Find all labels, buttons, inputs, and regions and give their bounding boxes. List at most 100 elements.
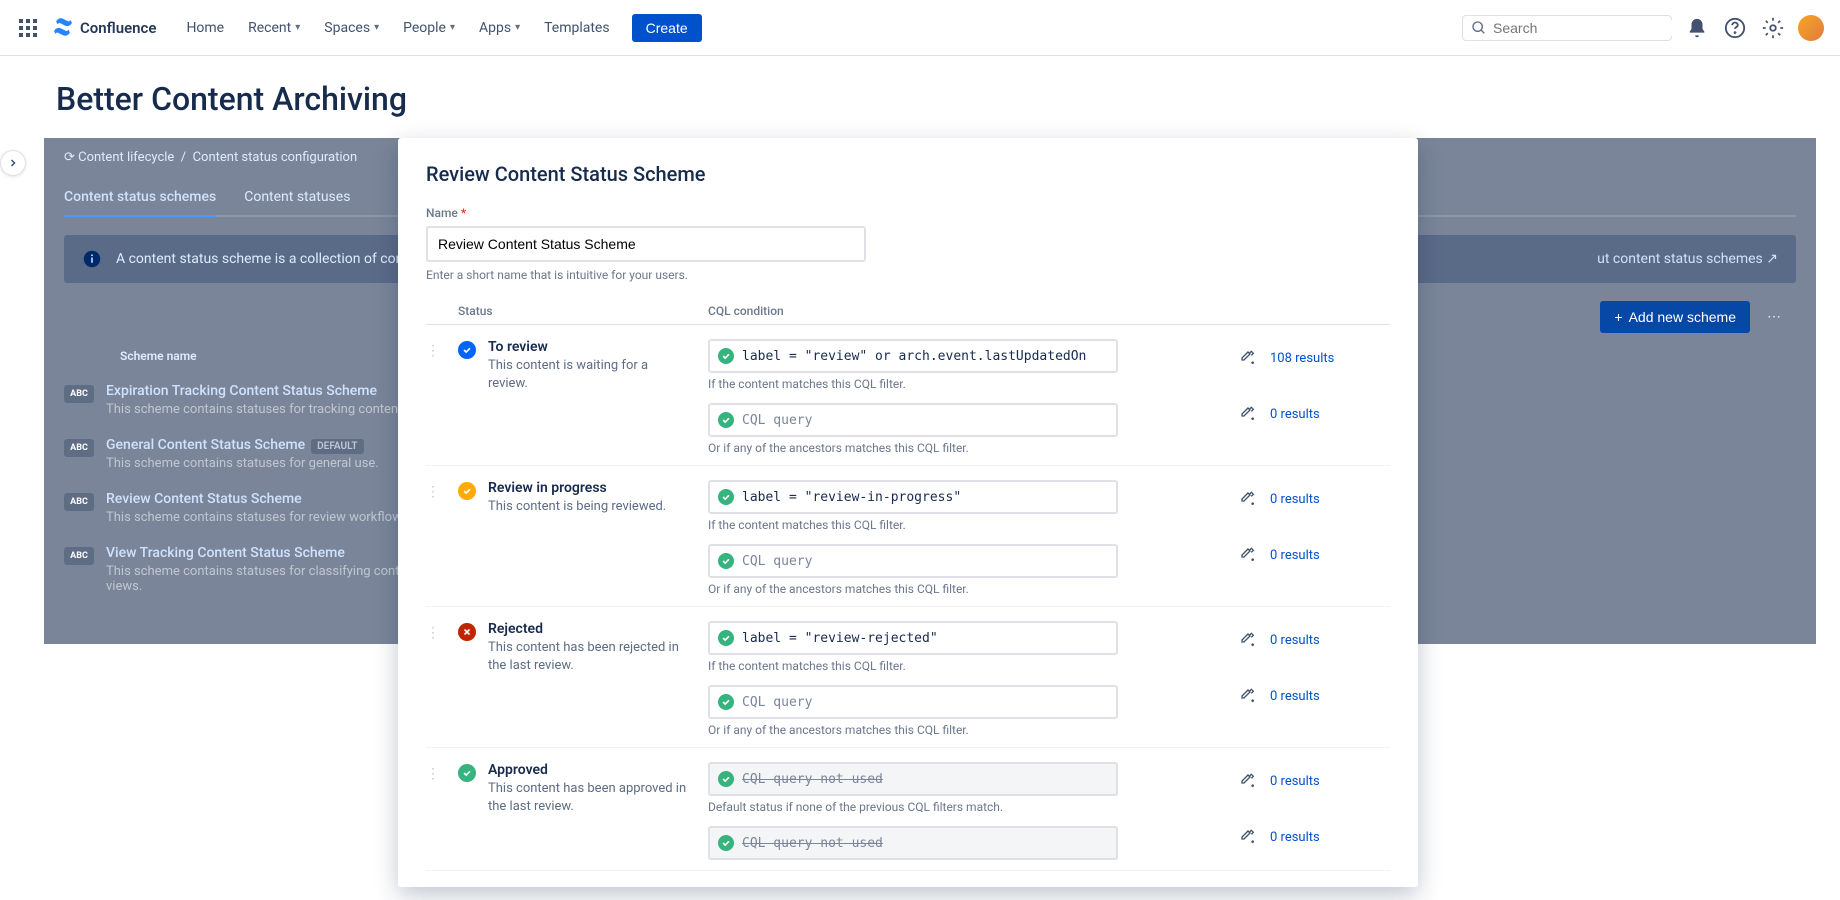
content-cql-input[interactable]: CQL query not used — [708, 762, 1118, 796]
check-icon — [718, 630, 734, 646]
status-name: Approved — [488, 762, 688, 778]
cql-help-ancestor: Or if any of the ancestors matches this … — [708, 582, 1226, 596]
cql-help: If the content matches this CQL filter. — [708, 518, 1226, 532]
confluence-logo[interactable]: Confluence — [52, 16, 156, 40]
nav-templates[interactable]: Templates — [534, 14, 620, 42]
nav-recent[interactable]: Recent▾ — [238, 14, 310, 42]
chevron-down-icon: ▾ — [450, 22, 455, 33]
status-dot-icon — [458, 623, 476, 641]
drag-handle-icon[interactable]: ⋮ — [426, 621, 458, 641]
content-cql-input[interactable]: label = "review-rejected" — [708, 621, 1118, 655]
edit-cql-icon[interactable] — [1238, 489, 1258, 509]
check-icon — [718, 412, 734, 428]
app-switcher-icon[interactable] — [16, 16, 40, 40]
status-dot-icon — [458, 482, 476, 500]
results-link[interactable]: 0 results — [1270, 633, 1320, 648]
scheme-abc-badge: ABC — [64, 385, 94, 403]
chevron-down-icon: ▾ — [515, 22, 520, 33]
avatar[interactable] — [1798, 15, 1824, 41]
search-box[interactable] — [1462, 15, 1672, 41]
status-desc: This content has been approved in the la… — [488, 780, 688, 816]
edit-cql-icon[interactable] — [1238, 545, 1258, 565]
results-link[interactable]: 108 results — [1270, 351, 1334, 366]
check-icon — [718, 348, 734, 364]
results-link[interactable]: 0 results — [1270, 689, 1320, 704]
notifications-icon[interactable] — [1684, 15, 1710, 41]
status-header: Status — [458, 298, 708, 325]
sidebar-expand-button[interactable] — [0, 150, 26, 176]
chevron-down-icon: ▾ — [374, 22, 379, 33]
help-icon[interactable] — [1722, 15, 1748, 41]
more-actions-icon[interactable]: ⋯ — [1758, 301, 1790, 333]
status-row: ⋮ Rejected This content has been rejected … — [426, 607, 1390, 748]
status-name: Review in progress — [488, 480, 666, 496]
cql-header: CQL condition — [708, 298, 1390, 325]
plus-icon: + — [1614, 309, 1622, 325]
create-button[interactable]: Create — [632, 14, 702, 42]
results-link[interactable]: 0 results — [1270, 548, 1320, 563]
edit-cql-icon[interactable] — [1238, 827, 1258, 847]
info-icon — [82, 249, 102, 269]
check-icon — [718, 489, 734, 505]
nav-apps[interactable]: Apps▾ — [469, 14, 530, 42]
check-icon — [718, 771, 734, 787]
ancestor-cql-input[interactable]: CQL query — [708, 544, 1118, 578]
topnav: Confluence Home Recent▾ Spaces▾ People▾ … — [0, 0, 1840, 56]
ancestor-cql-input[interactable]: CQL query not used — [708, 826, 1118, 860]
status-dot-icon — [458, 764, 476, 782]
backdrop: ⟳ Content lifecycle / Content status con… — [44, 138, 1816, 644]
content-cql-input[interactable]: label = "review-in-progress" — [708, 480, 1118, 514]
confluence-icon — [52, 16, 76, 40]
settings-icon[interactable] — [1760, 15, 1786, 41]
name-label: Name * — [426, 206, 1390, 220]
nav-people[interactable]: People▾ — [393, 14, 465, 42]
search-input[interactable] — [1487, 20, 1674, 36]
nav-spaces[interactable]: Spaces▾ — [314, 14, 389, 42]
nav-home[interactable]: Home — [176, 14, 234, 42]
status-desc: This content is waiting for a review. — [488, 357, 688, 393]
cql-help: If the content matches this CQL filter. — [708, 377, 1226, 391]
check-icon — [718, 553, 734, 569]
ancestor-cql-input[interactable]: CQL query — [708, 403, 1118, 437]
results-link[interactable]: 0 results — [1270, 774, 1320, 789]
results-link[interactable]: 0 results — [1270, 830, 1320, 845]
breadcrumb-content-status-config[interactable]: Content status configuration — [193, 150, 358, 165]
ancestor-cql-input[interactable]: CQL query — [708, 685, 1118, 719]
cql-help: If the content matches this CQL filter. — [708, 659, 1226, 673]
content-cql-input[interactable]: label = "review" or arch.event.lastUpdat… — [708, 339, 1118, 373]
check-icon — [718, 694, 734, 710]
status-row: ⋮ To review This content is waiting for a … — [426, 325, 1390, 466]
status-row: ⋮ Approved This content has been approved … — [426, 748, 1390, 871]
chevron-down-icon: ▾ — [295, 22, 300, 33]
tab-statuses[interactable]: Content statuses — [244, 179, 350, 217]
add-new-scheme-button[interactable]: + Add new scheme — [1600, 301, 1750, 333]
results-link[interactable]: 0 results — [1270, 407, 1320, 422]
status-name: Rejected — [488, 621, 688, 637]
edit-scheme-modal: Review Content Status Scheme Name * Ente… — [398, 138, 1418, 887]
scheme-abc-badge: ABC — [64, 493, 94, 511]
status-desc: This content is being reviewed. — [488, 498, 666, 516]
edit-cql-icon[interactable] — [1238, 686, 1258, 706]
edit-cql-icon[interactable] — [1238, 771, 1258, 791]
scheme-abc-badge: ABC — [64, 439, 94, 457]
edit-cql-icon[interactable] — [1238, 404, 1258, 424]
drag-handle-icon[interactable]: ⋮ — [426, 762, 458, 782]
status-row: ⋮ Review in progress This content is being… — [426, 466, 1390, 607]
cql-help: Default status if none of the previous C… — [708, 800, 1226, 814]
scheme-name-input[interactable] — [426, 226, 866, 262]
status-dot-icon — [458, 341, 476, 359]
results-link[interactable]: 0 results — [1270, 492, 1320, 507]
edit-cql-icon[interactable] — [1238, 630, 1258, 650]
learn-more-link[interactable]: ut content status schemes ↗ — [1597, 251, 1778, 267]
status-name: To review — [488, 339, 688, 355]
breadcrumb-content-lifecycle[interactable]: Content lifecycle — [78, 150, 174, 165]
scheme-abc-badge: ABC — [64, 547, 94, 565]
edit-cql-icon[interactable] — [1238, 348, 1258, 368]
product-name: Confluence — [80, 19, 156, 37]
status-desc: This content has been rejected in the la… — [488, 639, 688, 675]
tab-schemes[interactable]: Content status schemes — [64, 179, 216, 217]
search-icon — [1471, 20, 1487, 36]
drag-handle-icon[interactable]: ⋮ — [426, 480, 458, 500]
drag-handle-icon[interactable]: ⋮ — [426, 339, 458, 359]
cql-help-ancestor: Or if any of the ancestors matches this … — [708, 723, 1226, 737]
